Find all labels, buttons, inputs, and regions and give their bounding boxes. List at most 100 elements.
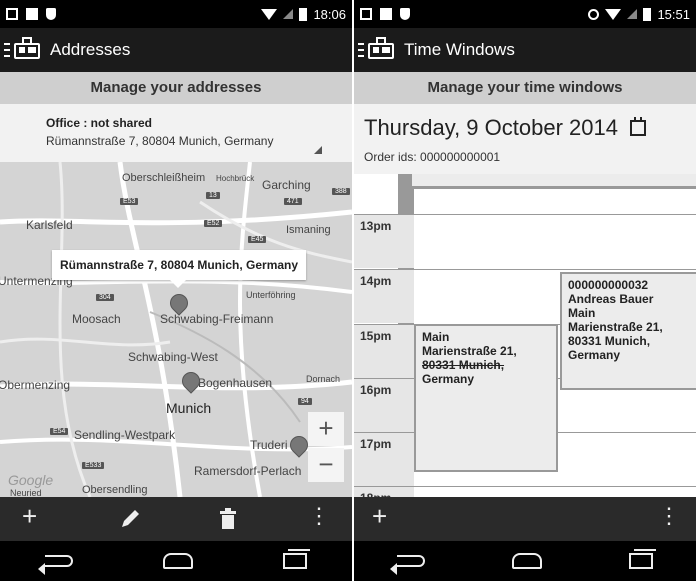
- map-label: Neuried: [10, 488, 42, 497]
- hour-label: 14pm: [354, 269, 414, 323]
- shield-icon: [400, 8, 410, 20]
- wifi-icon: [261, 8, 278, 20]
- overflow-menu-icon[interactable]: ⋮: [308, 503, 330, 529]
- overflow-menu-icon[interactable]: ⋮: [658, 503, 680, 529]
- navigation-bar: [354, 541, 696, 581]
- event-line: Marienstraße 21,: [422, 344, 517, 358]
- hour-label: 16pm: [354, 378, 414, 432]
- event-line: Andreas Bauer: [568, 292, 654, 306]
- map-info-window[interactable]: Rümannstraße 7, 80804 Munich, Germany: [52, 250, 306, 288]
- image-notification-icon: [6, 8, 18, 20]
- screen-title: Addresses: [50, 40, 131, 59]
- action-bar: Addresses: [0, 28, 352, 72]
- grid-line: [414, 269, 696, 270]
- time-window-block[interactable]: Main Marienstraße 21, 80331 Munich, Germ…: [414, 324, 558, 472]
- app-truck-icon[interactable]: [4, 37, 44, 63]
- back-icon[interactable]: [390, 555, 426, 575]
- status-time: 18:06: [313, 6, 346, 22]
- address-selector[interactable]: Office : not shared Rümannstraße 7, 8080…: [0, 104, 352, 162]
- home-icon[interactable]: [163, 553, 193, 569]
- road-shield: E45: [248, 236, 267, 243]
- event-line: 000000000032: [568, 278, 649, 292]
- grid-line: [414, 486, 696, 487]
- status-bar: 15:51: [354, 0, 696, 28]
- add-icon[interactable]: +: [22, 501, 37, 532]
- dropdown-caret-icon: [314, 146, 322, 154]
- wifi-icon: [605, 8, 622, 20]
- hour-label: 17pm: [354, 432, 414, 486]
- road-shield: 13: [206, 192, 220, 199]
- back-icon[interactable]: [38, 555, 73, 575]
- addresses-screen: 18:06 Addresses Manage your addresses Of…: [0, 0, 352, 581]
- calendar-icon[interactable]: [629, 117, 646, 136]
- delete-trash-icon[interactable]: [218, 507, 238, 531]
- map-attribution: Google: [8, 472, 54, 488]
- date-selector[interactable]: Thursday, 9 October 2014: [354, 104, 696, 144]
- map-label: Karlsfeld: [26, 218, 73, 232]
- address-name: Office : not shared: [46, 116, 153, 130]
- event-line: Main: [422, 330, 450, 344]
- signal-icon: [283, 9, 294, 19]
- road-shield: 94: [298, 398, 312, 405]
- map-label: Unterföhring: [246, 290, 296, 300]
- shield-icon: [46, 8, 56, 20]
- image-notification-icon: [360, 8, 372, 20]
- battery-icon: [299, 7, 308, 21]
- map-label: Garching: [262, 178, 311, 192]
- time-window-block[interactable]: [410, 174, 696, 188]
- hour-label: 13pm: [354, 214, 414, 268]
- zoom-in-button[interactable]: +: [308, 412, 344, 446]
- action-bar: Time Windows: [354, 28, 696, 72]
- recent-apps-icon[interactable]: [628, 549, 656, 569]
- road-shield: E53: [120, 198, 139, 205]
- event-line: Marienstraße 21,: [568, 320, 663, 334]
- rotate-icon: [588, 8, 600, 20]
- zoom-out-button[interactable]: −: [308, 448, 344, 482]
- selected-date: Thursday, 9 October 2014: [364, 115, 618, 140]
- map-label: Sendling-Westpark: [74, 428, 176, 442]
- map-label: Truderi: [250, 438, 288, 452]
- map-label: Schwabing-West: [128, 350, 218, 364]
- road-shield: E54: [50, 428, 69, 435]
- event-line: Main: [568, 306, 596, 320]
- map-label: Oberschleißheim: [122, 172, 206, 184]
- map-label: Ramersdorf-Perlach: [194, 464, 302, 478]
- road-shield: E533: [82, 462, 105, 469]
- add-icon[interactable]: +: [372, 501, 387, 532]
- event-line: 80331 Munich,: [422, 358, 505, 372]
- map-label: Dornach: [306, 374, 341, 384]
- bottom-action-bar: + ⋮: [354, 497, 696, 541]
- edit-pencil-icon[interactable]: [118, 507, 142, 531]
- map-label: Bogenhausen: [198, 376, 273, 390]
- map-label: Hochbrück: [216, 174, 255, 183]
- day-timeline[interactable]: 13pm 14pm 15pm 16pm 17pm 18pm Main Marie…: [354, 174, 696, 497]
- event-line: Germany: [422, 372, 475, 386]
- map-label: Ismaning: [286, 224, 331, 236]
- signal-icon: [627, 9, 638, 19]
- road-shield: 471: [284, 198, 302, 205]
- grid-line: [414, 188, 696, 189]
- map-label: Obersendling: [82, 484, 148, 496]
- recent-apps-icon[interactable]: [283, 549, 310, 569]
- navigation-bar: [0, 541, 352, 581]
- event-line: Germany: [568, 348, 621, 362]
- section-header: Manage your addresses: [0, 72, 352, 104]
- grid-line: [414, 214, 696, 215]
- hour-label: 15pm: [354, 324, 414, 378]
- status-bar: 18:06: [0, 0, 352, 28]
- notification-icon: [26, 8, 38, 20]
- app-truck-icon[interactable]: [358, 37, 398, 63]
- bottom-action-bar: + ⋮: [0, 497, 352, 541]
- event-line: 80331 Munich,: [568, 334, 651, 348]
- time-window-block[interactable]: 000000000032 Andreas Bauer Main Marienst…: [560, 272, 696, 390]
- time-windows-screen: 15:51 Time Windows Manage your time wind…: [354, 0, 696, 581]
- status-time: 15:51: [657, 6, 690, 22]
- home-icon[interactable]: [511, 553, 542, 569]
- section-header: Manage your time windows: [354, 72, 696, 104]
- battery-icon: [643, 7, 652, 21]
- notification-icon: [380, 8, 392, 20]
- screenshot: 18:06 Addresses Manage your addresses Of…: [0, 0, 696, 581]
- map-label: Obermenzing: [0, 378, 71, 392]
- map-view[interactable]: Oberschleißheim Hochbrück Garching Karls…: [0, 162, 352, 497]
- map-label: Munich: [166, 400, 212, 416]
